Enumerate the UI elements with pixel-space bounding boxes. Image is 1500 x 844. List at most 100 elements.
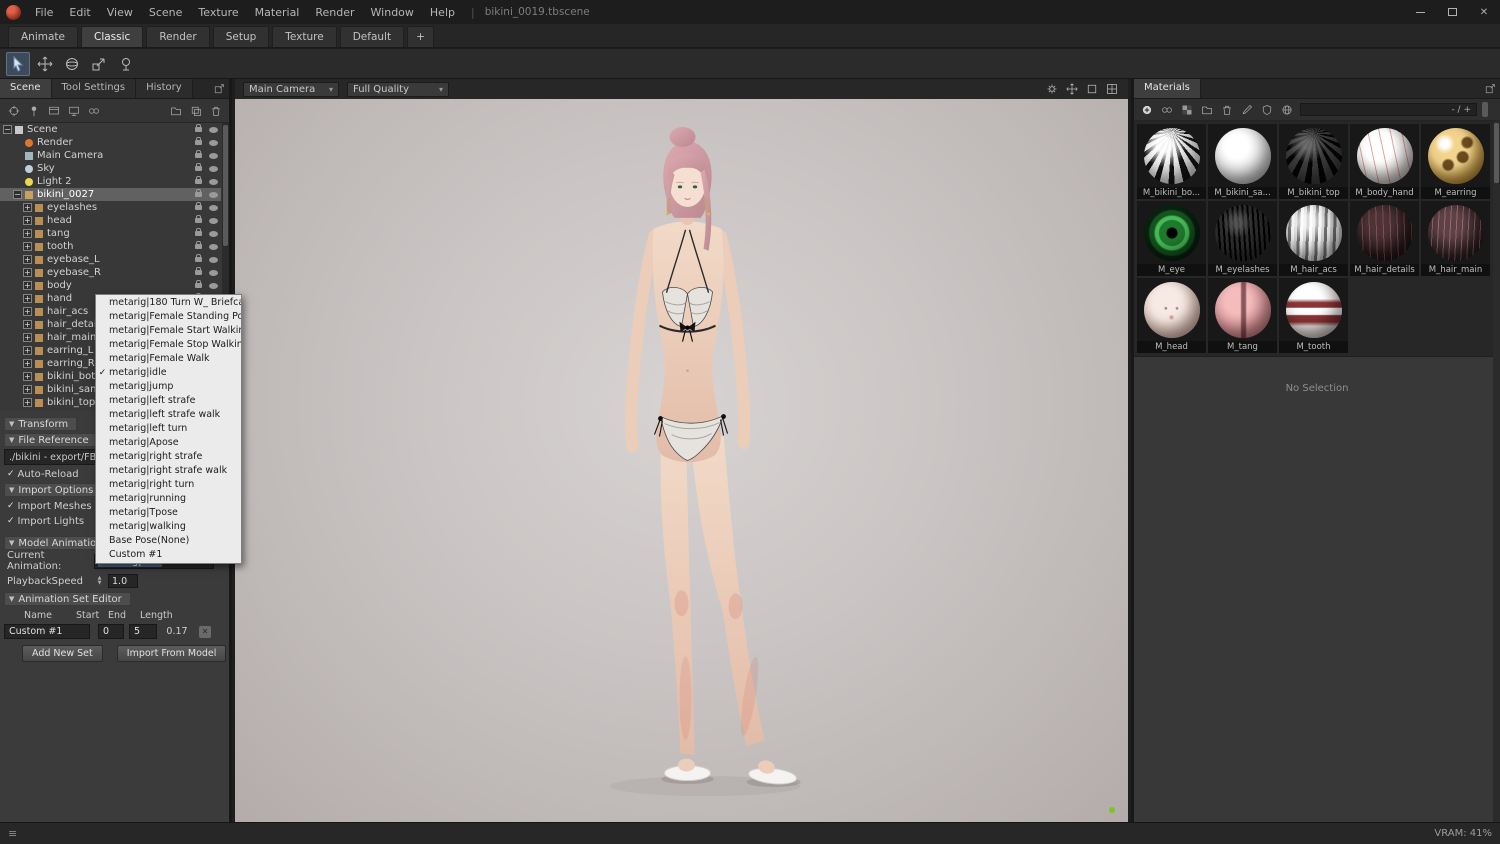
shield-icon[interactable] <box>1258 101 1275 118</box>
pin-icon[interactable] <box>25 102 42 119</box>
material-m-earring[interactable]: M_earring <box>1421 124 1490 199</box>
workspace-tab-classic[interactable]: Classic <box>81 26 144 47</box>
expand-icon[interactable]: + <box>23 320 32 329</box>
material-m-tooth[interactable]: M_tooth <box>1279 278 1348 353</box>
expand-icon[interactable]: + <box>23 385 32 394</box>
material-m-head[interactable]: M_head <box>1137 278 1206 353</box>
lock-icon[interactable] <box>191 267 206 275</box>
tree-row-sky[interactable]: Sky <box>0 162 221 175</box>
material-filter-input[interactable]: - / + <box>1300 103 1477 116</box>
tree-row-tooth[interactable]: + tooth <box>0 240 221 253</box>
lock-icon[interactable] <box>191 176 206 184</box>
dropdown-item-metarig-female-standing-pose[interactable]: metarig|Female Standing Pose <box>96 310 241 324</box>
section-import-options[interactable]: ▼ Import Options <box>4 483 103 497</box>
minimize-icon[interactable] <box>1404 0 1436 24</box>
thumbnail-size-slider[interactable] <box>1482 102 1488 117</box>
tree-row-bikini-0027[interactable]: − bikini_0027 <box>0 188 221 201</box>
dropdown-item-metarig-apose[interactable]: metarig|Apose <box>96 436 241 450</box>
tree-row-eyelashes[interactable]: + eyelashes <box>0 201 221 214</box>
expand-icon[interactable]: + <box>23 372 32 381</box>
folder-icon[interactable] <box>1198 101 1215 118</box>
visibility-icon[interactable] <box>206 178 221 185</box>
set-name-input[interactable]: Custom #1 <box>4 624 90 639</box>
section-file-reference[interactable]: ▼ File Reference <box>4 433 98 447</box>
scrollbar-thumb[interactable] <box>223 125 228 246</box>
menu-help[interactable]: Help <box>422 6 463 19</box>
dropdown-item-base-pose-none[interactable]: Base Pose(None) <box>96 534 241 548</box>
tree-row-scene[interactable]: − Scene <box>0 123 221 136</box>
dropdown-item-metarig-female-stop-walking[interactable]: metarig|Female Stop Walking <box>96 338 241 352</box>
addsphere-icon[interactable] <box>1138 101 1155 118</box>
expand-icon[interactable]: + <box>23 242 32 251</box>
import-from-model-button[interactable]: Import From Model <box>116 645 227 662</box>
dropdown-item-metarig-female-walk[interactable]: metarig|Female Walk <box>96 352 241 366</box>
rotate-tool-icon[interactable] <box>60 52 84 76</box>
maximize-icon[interactable] <box>1436 0 1468 24</box>
lock-icon[interactable] <box>191 228 206 236</box>
expand-icon[interactable]: + <box>23 359 32 368</box>
set-start-input[interactable]: 0 <box>98 624 124 639</box>
collapse-icon[interactable]: − <box>3 125 12 134</box>
dropdown-item-metarig-right-strafe[interactable]: metarig|right strafe <box>96 450 241 464</box>
trash-icon[interactable] <box>1218 101 1235 118</box>
monitor-icon[interactable] <box>65 102 82 119</box>
material-m-hair-details[interactable]: M_hair_details <box>1350 201 1419 276</box>
collapse-icon[interactable]: − <box>13 190 22 199</box>
visibility-icon[interactable] <box>206 204 221 211</box>
expand-icon[interactable]: + <box>23 229 32 238</box>
dropdown-item-metarig-right-turn[interactable]: metarig|right turn <box>96 478 241 492</box>
light-tool-icon[interactable] <box>114 52 138 76</box>
material-m-body-hand[interactable]: M_body_hand <box>1350 124 1419 199</box>
slate-icon[interactable] <box>45 102 62 119</box>
move-icon[interactable] <box>1063 81 1080 98</box>
menu-material[interactable]: Material <box>247 6 308 19</box>
visibility-icon[interactable] <box>206 256 221 263</box>
dropdown-item-metarig-left-strafe-walk[interactable]: metarig|left strafe walk <box>96 408 241 422</box>
dropdown-item-metarig-left-strafe[interactable]: metarig|left strafe <box>96 394 241 408</box>
lock-icon[interactable] <box>191 189 206 197</box>
section-animation-set-editor[interactable]: ▼ Animation Set Editor <box>4 592 131 606</box>
lock-icon[interactable] <box>191 202 206 210</box>
trash-icon[interactable] <box>207 102 224 119</box>
visibility-icon[interactable] <box>206 152 221 159</box>
link-icon[interactable] <box>1158 101 1175 118</box>
visibility-icon[interactable] <box>206 230 221 237</box>
expand-icon[interactable]: + <box>23 281 32 290</box>
menu-scene[interactable]: Scene <box>141 6 191 19</box>
scrollbar-thumb[interactable] <box>1494 123 1499 183</box>
character-model[interactable] <box>235 99 1128 822</box>
visibility-icon[interactable] <box>206 269 221 276</box>
material-m-hair-main[interactable]: M_hair_main <box>1421 201 1490 276</box>
globe-icon[interactable] <box>1278 101 1295 118</box>
expand-icon[interactable]: + <box>23 307 32 316</box>
visibility-icon[interactable] <box>206 139 221 146</box>
dropdown-item-metarig-running[interactable]: metarig|running <box>96 492 241 506</box>
menu-window[interactable]: Window <box>363 6 422 19</box>
dropdown-item-metarig-left-turn[interactable]: metarig|left turn <box>96 422 241 436</box>
translate-tool-icon[interactable] <box>33 52 57 76</box>
dropdown-item-metarig-idle[interactable]: ✓ metarig|idle <box>96 366 241 380</box>
lock-icon[interactable] <box>191 254 206 262</box>
workspace-tab-add[interactable]: + <box>407 26 434 47</box>
material-m-bikini-bo[interactable]: M_bikini_bo... <box>1137 124 1206 199</box>
visibility-icon[interactable] <box>206 243 221 250</box>
workspace-tab-render[interactable]: Render <box>146 26 210 47</box>
status-menu-icon[interactable]: ≡ <box>8 827 17 840</box>
app-logo-icon[interactable] <box>6 4 21 20</box>
visibility-icon[interactable] <box>206 126 221 133</box>
square-icon[interactable] <box>1083 81 1100 98</box>
tab-materials[interactable]: Materials <box>1134 79 1201 98</box>
tree-row-main-camera[interactable]: Main Camera <box>0 149 221 162</box>
playback-speed-input[interactable]: 1.0 <box>108 574 138 588</box>
section-transform[interactable]: ▼ Transform <box>4 417 78 431</box>
add-new-set-button[interactable]: Add New Set <box>22 645 103 662</box>
dropdown-item-metarig-tpose[interactable]: metarig|Tpose <box>96 506 241 520</box>
panel-popout-icon[interactable] <box>209 79 229 98</box>
target-icon[interactable] <box>5 102 22 119</box>
folder-icon[interactable] <box>167 102 184 119</box>
visibility-icon[interactable] <box>206 217 221 224</box>
expand-icon[interactable]: + <box>23 294 32 303</box>
lock-icon[interactable] <box>191 124 206 132</box>
delete-set-icon[interactable]: ✕ <box>199 625 211 638</box>
viewport-3d[interactable] <box>235 99 1128 822</box>
